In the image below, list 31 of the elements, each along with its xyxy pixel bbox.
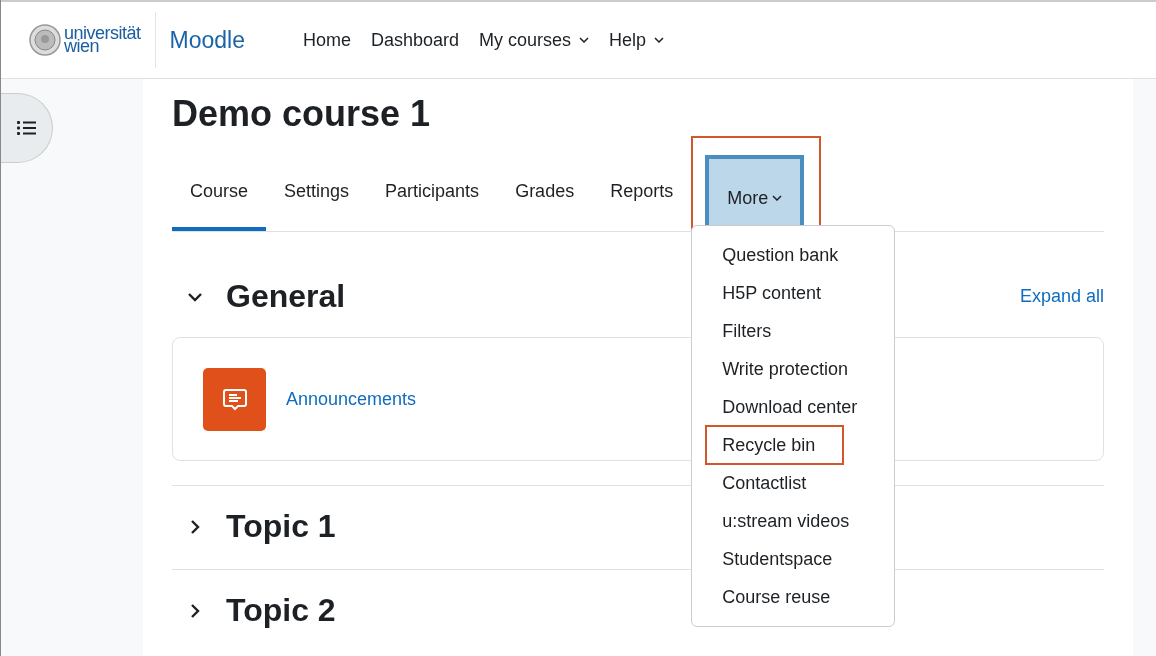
section-title: General <box>226 278 346 315</box>
expand-all-link[interactable]: Expand all <box>1019 286 1104 307</box>
course-tab[interactable]: Reports <box>592 181 692 231</box>
course-tab[interactable]: Grades <box>497 181 593 231</box>
forum-icon <box>203 368 266 431</box>
course-tab[interactable]: Course <box>172 181 267 231</box>
nav-link[interactable]: Home <box>303 29 351 51</box>
nav-link[interactable]: Dashboard <box>371 29 460 51</box>
menu-item[interactable]: Write protection <box>692 350 895 388</box>
menu-item[interactable]: u:stream videos <box>692 502 895 540</box>
menu-item[interactable]: Download center <box>692 388 895 426</box>
university-seal-icon <box>29 24 61 56</box>
menu-item[interactable]: H5P content <box>692 274 895 312</box>
course-title: Demo course 1 <box>172 93 432 135</box>
nav-link[interactable]: Help <box>609 29 665 51</box>
menu-item[interactable]: Contactlist <box>692 464 895 502</box>
nav-link[interactable]: My courses <box>479 29 590 51</box>
section-title: Topic 2 <box>226 592 336 629</box>
menu-item[interactable]: Course reuse <box>692 578 895 616</box>
course-index-button[interactable] <box>1 93 53 163</box>
course-tab[interactable]: Participants <box>367 181 498 231</box>
menu-item[interactable]: Question bank <box>692 236 895 274</box>
list-icon <box>16 120 37 136</box>
menu-item[interactable]: Filters <box>692 312 895 350</box>
menu-item[interactable]: Studentspace <box>692 540 895 578</box>
site-name[interactable]: Moodle <box>169 26 245 54</box>
university-logo-text: universität wien <box>64 27 141 53</box>
section-title: Topic 1 <box>226 508 336 545</box>
activity-link[interactable]: Announcements <box>286 389 417 410</box>
menu-item[interactable]: Recycle bin <box>692 426 895 464</box>
course-tab[interactable]: Settings <box>266 181 368 231</box>
